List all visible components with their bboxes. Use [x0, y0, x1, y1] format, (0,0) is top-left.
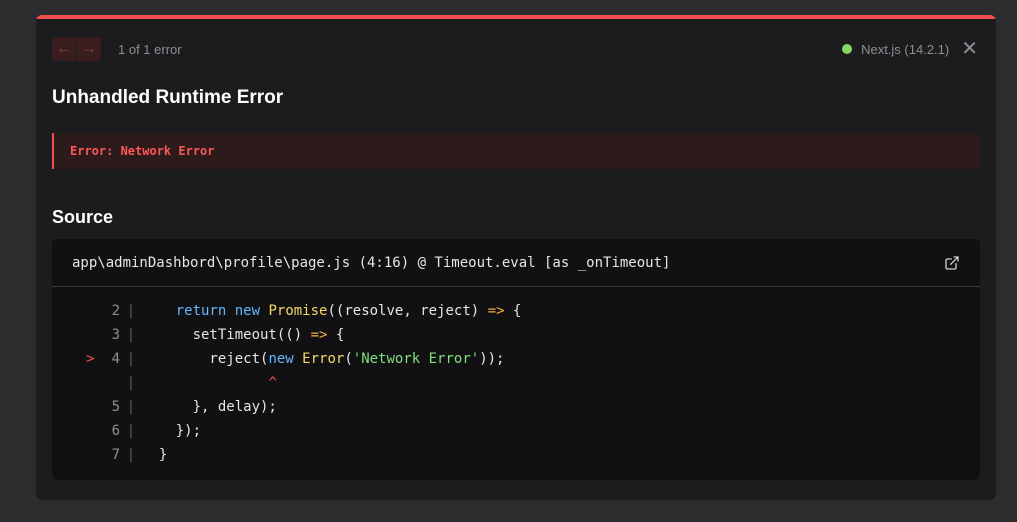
gutter-divider: | — [126, 399, 136, 415]
error-message-box: Error: Network Error — [52, 133, 980, 169]
gutter-divider: | — [126, 447, 136, 463]
line-gutter: >4 — [52, 351, 120, 367]
code-token: )); — [479, 351, 505, 367]
code-token: => — [310, 327, 328, 343]
source-code-frame: app\adminDashbord\profile\page.js (4:16)… — [52, 239, 980, 480]
close-icon[interactable]: ✕ — [961, 39, 978, 59]
line-number: 4 — [111, 351, 120, 367]
external-link-icon[interactable] — [944, 255, 960, 271]
gutter-divider: | — [126, 351, 136, 367]
code-text: }, delay); — [142, 399, 277, 415]
code-token: }, delay); — [142, 399, 277, 415]
code-text: } — [142, 447, 167, 463]
code-token: => — [487, 303, 505, 319]
code-token: { — [504, 303, 522, 319]
code-line: 7 | } — [52, 443, 980, 467]
code-token: { — [327, 327, 345, 343]
arrow-right-icon: → — [81, 40, 97, 57]
error-message: Error: Network Error — [70, 144, 215, 158]
code-token: 'Network Error' — [352, 351, 480, 367]
gutter-divider: | — [126, 327, 136, 343]
code-token: setTimeout(() — [142, 327, 311, 343]
arrow-left-icon: ← — [56, 40, 72, 57]
code-text: }); — [142, 423, 201, 439]
code-token: reject( — [142, 351, 269, 367]
error-navigation: ← → 1 of 1 error — [52, 37, 182, 61]
line-gutter: 3 — [52, 327, 120, 343]
line-gutter: 7 — [52, 447, 120, 463]
code-text: ^ — [142, 375, 277, 391]
code-token: }); — [142, 423, 202, 439]
code-token: new — [268, 351, 294, 367]
gutter-divider: | — [126, 375, 136, 391]
line-number: 6 — [111, 423, 120, 439]
code-token: new — [234, 303, 261, 319]
header-right: Next.js (14.2.1) ✕ — [842, 39, 978, 59]
code-text: return new Promise((resolve, reject) => … — [142, 303, 522, 319]
code-line: | ^ — [52, 371, 980, 395]
previous-error-button[interactable]: ← — [52, 37, 76, 61]
code-line: 3 | setTimeout(() => { — [52, 323, 980, 347]
line-number: 7 — [111, 447, 120, 463]
source-file-path: app\adminDashbord\profile\page.js (4:16)… — [72, 254, 671, 271]
code-token: return — [175, 303, 227, 319]
error-line-marker — [86, 327, 106, 343]
code-token: ( — [344, 351, 353, 367]
error-line-marker — [86, 303, 106, 319]
line-number: 2 — [111, 303, 120, 319]
status-dot-icon — [842, 44, 853, 54]
next-error-button[interactable]: → — [77, 37, 101, 61]
line-gutter: 5 — [52, 399, 120, 415]
code-line: 6 | }); — [52, 419, 980, 443]
code-text: reject(new Error('Network Error')); — [142, 351, 505, 367]
error-line-marker — [86, 423, 106, 439]
nextjs-version[interactable]: Next.js (14.2.1) — [861, 42, 949, 57]
source-heading: Source — [52, 207, 114, 227]
error-line-marker — [86, 399, 106, 415]
code-line: >4 | reject(new Error('Network Error')); — [52, 347, 980, 371]
nav-buttons: ← → — [52, 37, 101, 61]
code-text: setTimeout(() => { — [142, 327, 345, 343]
code-line: 2 | return new Promise((resolve, reject) … — [52, 299, 980, 323]
code-token: Promise — [268, 303, 328, 319]
code-token: Error — [302, 351, 345, 367]
line-gutter: 2 — [52, 303, 120, 319]
code-frame-header: app\adminDashbord\profile\page.js (4:16)… — [52, 239, 980, 287]
code-token: ((resolve, reject) — [327, 303, 488, 319]
code-token: } — [142, 447, 168, 463]
error-line-marker — [86, 447, 106, 463]
error-count: 1 of 1 error — [118, 41, 182, 57]
error-line-marker: > — [86, 351, 95, 367]
dialog-title: Unhandled Runtime Error — [52, 87, 284, 108]
code-line: 5 | }, delay); — [52, 395, 980, 419]
line-gutter: 6 — [52, 423, 120, 439]
dialog-header: ← → 1 of 1 error Next.js (14.2.1) ✕ — [52, 37, 978, 61]
gutter-divider: | — [126, 303, 136, 319]
code-lines: 2 | return new Promise((resolve, reject) … — [52, 287, 980, 467]
line-number: 5 — [111, 399, 120, 415]
error-overlay-dialog: ← → 1 of 1 error Next.js (14.2.1) ✕ Unha… — [36, 15, 996, 500]
code-token: ^ — [268, 375, 277, 391]
line-number: 3 — [111, 327, 120, 343]
gutter-divider: | — [126, 423, 136, 439]
